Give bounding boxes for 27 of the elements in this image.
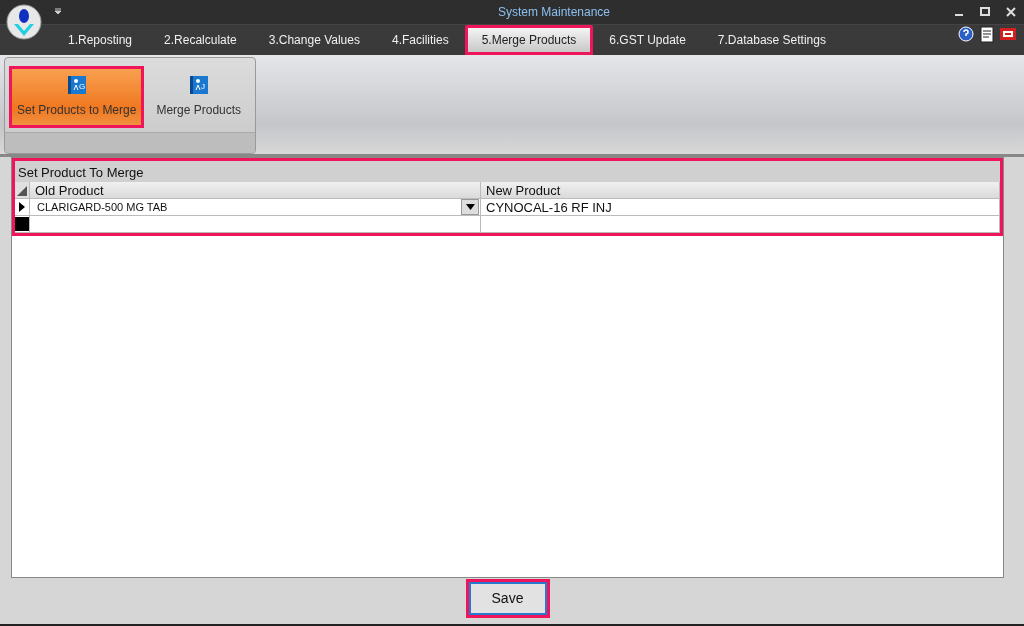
column-header[interactable]: New Product	[481, 182, 1000, 198]
maximize-icon	[980, 7, 990, 17]
row-pointer-icon	[18, 201, 26, 213]
quick-access-menu-icon[interactable]	[54, 8, 62, 16]
table-cell[interactable]: CLARIGARD-500 MG TAB	[30, 199, 481, 215]
window-title: System Maintenance	[496, 5, 612, 19]
caret-icon	[465, 204, 475, 210]
new-row-marker-icon	[15, 217, 29, 231]
save-button[interactable]: Save	[468, 581, 547, 615]
ribbon-tab[interactable]: 1.Reposting	[52, 25, 149, 55]
ribbon-tab[interactable]: 5.Merge Products	[464, 25, 594, 55]
ribbon-button[interactable]: J Merge Products	[148, 66, 250, 128]
ribbon-tab[interactable]: 3.Change Values	[252, 25, 376, 55]
ribbon-button[interactable]: G Set Products to Merge	[9, 66, 145, 128]
table-cell[interactable]: CYNOCAL-16 RF INJ	[481, 199, 1000, 215]
ribbon-tab[interactable]: 7.Database Settings	[701, 25, 842, 55]
close-icon	[1006, 7, 1016, 17]
ribbon-tab[interactable]: 6.GST Update	[593, 25, 702, 55]
book-person-icon: G	[66, 75, 87, 95]
minimize-icon	[955, 14, 963, 16]
column-header[interactable]: Old Product	[30, 182, 481, 198]
dropdown-button[interactable]	[461, 199, 479, 215]
book-person-icon: J	[188, 75, 209, 95]
ribbon-tab[interactable]: 2.Recalculate	[148, 25, 253, 55]
grid-title: Set Product To Merge	[15, 161, 1000, 182]
ribbon-tab[interactable]: 4.Facilities	[375, 25, 465, 55]
select-all-corner-icon[interactable]	[17, 186, 27, 196]
